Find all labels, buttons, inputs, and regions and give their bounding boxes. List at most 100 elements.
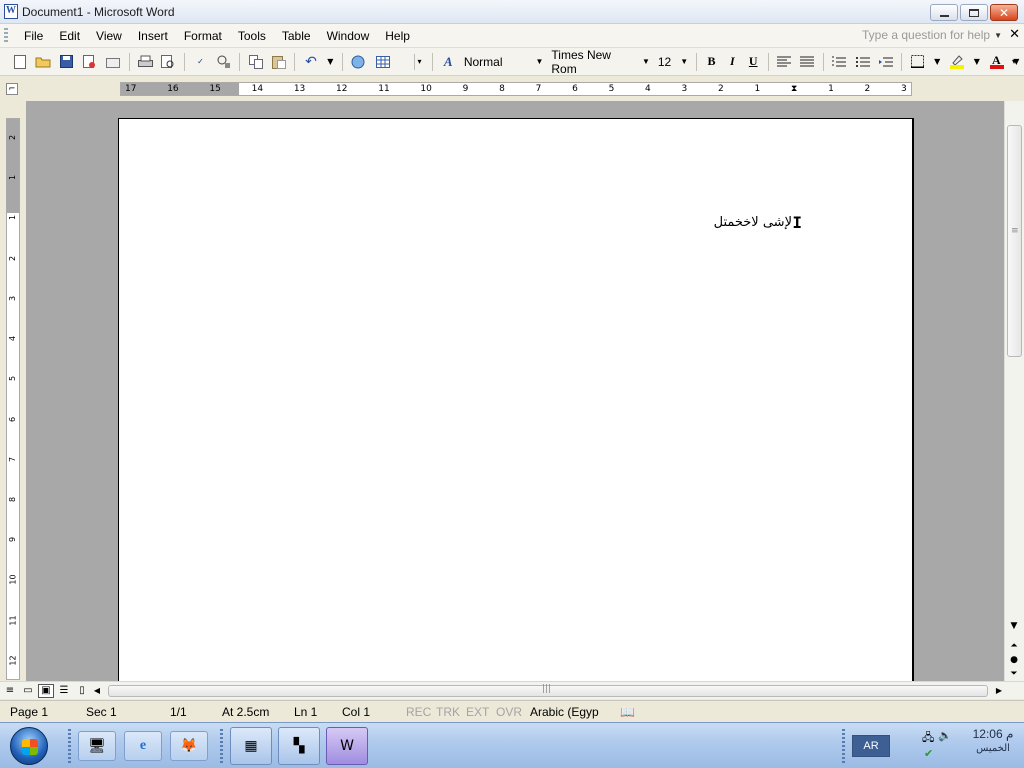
status-trk[interactable]: TRK: [426, 705, 460, 719]
copy-icon[interactable]: [248, 54, 263, 70]
internet-explorer-icon[interactable]: e: [124, 731, 162, 761]
new-document-icon[interactable]: [12, 54, 27, 70]
task-button-word[interactable]: W: [326, 727, 368, 765]
menu-tools[interactable]: Tools: [230, 29, 274, 43]
spelling-status-icon[interactable]: 📖: [610, 705, 635, 719]
menubar-grip[interactable]: [4, 27, 8, 44]
close-icon: ✕: [998, 5, 1010, 20]
clock[interactable]: 12:06 م الخميس: [968, 727, 1018, 754]
underline-button[interactable]: U: [743, 52, 764, 72]
toolbar-options-icon[interactable]: ▾: [414, 53, 424, 70]
vruler-label: 2: [8, 134, 18, 141]
highlight-dropdown-icon[interactable]: ▼: [973, 54, 981, 70]
task-button-app1[interactable]: ▦: [230, 727, 272, 765]
next-page-icon[interactable]: ⏷: [1010, 669, 1017, 679]
print-icon[interactable]: [137, 54, 153, 70]
status-ovr[interactable]: OVR: [486, 705, 522, 719]
font-color-icon[interactable]: A: [989, 54, 1005, 70]
styles-formatting-icon[interactable]: A: [441, 54, 456, 70]
spelling-check-icon[interactable]: ✓: [193, 54, 208, 70]
print-layout-icon[interactable]: ▣: [38, 683, 54, 698]
insert-table-icon[interactable]: [375, 54, 390, 70]
web-layout-icon[interactable]: ▭: [20, 684, 36, 698]
document-page[interactable]: لإشى لاخخمتل I: [118, 118, 914, 681]
paste-icon[interactable]: [271, 54, 286, 70]
network-icon[interactable]: 🖧: [922, 729, 934, 748]
ruler-label: 1: [754, 84, 761, 94]
tab-selector[interactable]: ⌐: [6, 83, 18, 95]
style-dropdown[interactable]: Normal ▼: [460, 55, 548, 69]
previous-page-icon[interactable]: ⏶: [1010, 641, 1017, 651]
undo-icon[interactable]: ↶: [303, 54, 318, 70]
borders-icon[interactable]: [910, 54, 925, 70]
restore-button[interactable]: [960, 4, 988, 21]
firefox-icon[interactable]: 🦊: [170, 731, 208, 761]
taskbar-grip[interactable]: [220, 729, 223, 763]
scroll-right-arrow-icon[interactable]: ▶: [992, 686, 1006, 695]
horizontal-ruler[interactable]: 17 16 15 14 13 12 11 10 9 8 7 6 5 4 3 2 …: [120, 82, 912, 96]
menu-edit[interactable]: Edit: [51, 29, 88, 43]
close-document-button[interactable]: ✕: [1009, 27, 1020, 42]
font-size-dropdown[interactable]: 12 ▼: [654, 55, 692, 69]
vruler-label: 2: [8, 255, 18, 261]
help-search-box[interactable]: Type a question for help ▼: [862, 28, 1002, 42]
undo-dropdown-icon[interactable]: ▼: [327, 54, 335, 70]
menu-insert[interactable]: Insert: [130, 29, 176, 43]
vertical-ruler[interactable]: 2 1 1 2 3 4 5 6 7 8 9 10 11 12: [6, 118, 20, 680]
menu-help[interactable]: Help: [377, 29, 418, 43]
align-left-icon[interactable]: [777, 54, 792, 70]
bold-button[interactable]: B: [701, 52, 722, 72]
start-button[interactable]: [10, 727, 48, 765]
restore-icon: [969, 8, 979, 17]
menu-format[interactable]: Format: [176, 29, 230, 43]
security-check-icon[interactable]: ✔: [924, 747, 933, 760]
outline-view-icon[interactable]: ☰: [56, 684, 72, 698]
select-browse-object-icon[interactable]: ●: [1010, 655, 1018, 665]
ruler-label: 12: [336, 84, 348, 94]
font-dropdown[interactable]: Times New Rom ▼: [547, 48, 653, 76]
menu-file[interactable]: File: [16, 29, 51, 43]
volume-icon[interactable]: 🔈: [938, 729, 952, 742]
word-app-icon[interactable]: [4, 4, 18, 19]
scroll-left-arrow-icon[interactable]: ◀: [90, 686, 104, 695]
task-button-app2[interactable]: ▚: [278, 727, 320, 765]
email-icon[interactable]: [105, 54, 120, 70]
menu-view[interactable]: View: [88, 29, 130, 43]
borders-dropdown-icon[interactable]: ▼: [933, 54, 941, 70]
menu-table[interactable]: Table: [274, 29, 319, 43]
font-value: Times New Rom: [551, 47, 611, 76]
status-column: Col 1: [342, 704, 371, 719]
scroll-down-arrow-icon[interactable]: ▼: [1011, 621, 1018, 631]
print-preview-icon[interactable]: [161, 54, 176, 70]
save-icon[interactable]: [59, 54, 74, 70]
taskbar-grip[interactable]: [842, 729, 845, 763]
hyperlink-icon[interactable]: [351, 54, 367, 70]
reading-layout-icon[interactable]: ▯: [74, 684, 90, 698]
minimize-button[interactable]: [930, 4, 958, 21]
ruler-label: 9: [462, 84, 469, 94]
normal-view-icon[interactable]: ≡: [2, 684, 18, 698]
indent-marker-icon[interactable]: ⧗: [791, 83, 797, 95]
show-desktop-icon[interactable]: 🖥: [78, 731, 116, 761]
indent-icon[interactable]: [878, 54, 893, 70]
italic-button[interactable]: I: [722, 52, 743, 72]
language-indicator[interactable]: AR: [852, 735, 890, 757]
status-language[interactable]: Arabic (Egyp: [520, 705, 610, 719]
permission-icon[interactable]: [82, 54, 97, 70]
highlight-icon[interactable]: [949, 54, 965, 70]
vertical-scrollbar[interactable]: ▼ ⏶ ● ⏷: [1004, 101, 1024, 681]
menu-window[interactable]: Window: [319, 29, 378, 43]
open-folder-icon[interactable]: [35, 54, 51, 70]
status-rec[interactable]: REC: [396, 705, 431, 719]
taskbar-grip[interactable]: [68, 729, 71, 763]
research-icon[interactable]: [216, 54, 231, 70]
toolbar-overflow-icon[interactable]: ▾: [1010, 54, 1018, 70]
vertical-scroll-thumb[interactable]: [1007, 125, 1022, 357]
close-button[interactable]: ✕: [990, 4, 1018, 21]
numbering-icon[interactable]: [832, 54, 847, 70]
document-text[interactable]: لإشى لاخخمتل: [714, 215, 792, 230]
bullets-icon[interactable]: [855, 54, 870, 70]
status-ext[interactable]: EXT: [456, 705, 489, 719]
horizontal-scroll-thumb[interactable]: [108, 684, 988, 697]
justify-icon[interactable]: [800, 54, 815, 70]
